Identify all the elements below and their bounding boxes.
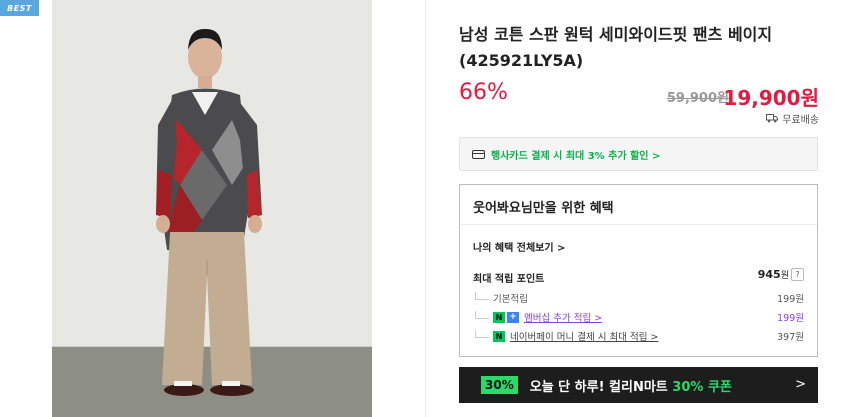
discount-rate: 66% (459, 80, 508, 105)
naver-pay-icon: N (493, 330, 505, 342)
plus-icon: + (507, 311, 519, 323)
max-points-number: 945 (757, 268, 781, 281)
naver-n-icon: N (493, 311, 505, 323)
coupon-badge: 30% (481, 376, 518, 394)
credit-card-icon (472, 149, 485, 159)
membership-points-row[interactable]: N + 멤버십 추가 적립 > 199원 (473, 310, 804, 324)
vertical-divider (425, 0, 426, 417)
card-promo-text: 행사카드 결제 시 최대 3% 추가 할인 > (491, 150, 661, 162)
model-figure (156, 28, 262, 396)
truck-icon (766, 114, 779, 123)
all-benefits-link[interactable]: 나의 혜택 전체보기 > (473, 239, 565, 254)
product-gallery: BEST (0, 0, 425, 417)
sale-price: 19,900원 (723, 86, 819, 110)
delivery-info: 무료배송 (766, 111, 819, 126)
chevron-right-icon: > (795, 377, 806, 392)
product-title: 남성 코튼 스판 원턱 세미와이드핏 팬츠 베이지 (425921LY5A) (459, 25, 773, 70)
coupon-text: 오늘 단 하루! 컬리N마트 30% 쿠폰 (530, 376, 732, 395)
benefit-title: 웃어봐요님만을 위한 혜택 (473, 201, 614, 216)
benefit-separator (460, 224, 817, 225)
max-points-unit: 원 (780, 271, 789, 281)
row-value: 397원 (777, 332, 804, 343)
row-label: 기본적립 (493, 294, 528, 305)
best-badge: BEST (0, 0, 39, 16)
max-points-value: 945원 (758, 268, 789, 281)
npay-points-row[interactable]: N 네이버페이 머니 결제 시 최대 적립 > 397원 (473, 329, 804, 343)
card-promo-banner[interactable]: 행사카드 결제 시 최대 3% 추가 할인 > (459, 137, 818, 171)
delivery-label: 무료배송 (782, 115, 819, 126)
coupon-text-prefix: 오늘 단 하루! 컬리N마트 (529, 379, 673, 395)
tree-connector (475, 330, 489, 338)
help-button[interactable]: ? (791, 268, 804, 281)
original-price: 59,900원 (666, 91, 729, 106)
row-label[interactable]: 네이버페이 머니 결제 시 최대 적립 > (510, 329, 658, 343)
tree-connector (475, 292, 489, 300)
row-value: 199원 (777, 313, 804, 324)
tree-connector (475, 311, 489, 319)
row-label[interactable]: 멤버십 추가 적립 > (524, 310, 602, 324)
coupon-banner[interactable]: 30% 오늘 단 하루! 컬리N마트 30% 쿠폰 > (459, 367, 818, 403)
benefit-box: 웃어봐요님만을 위한 혜택 나의 혜택 전체보기 > 최대 적립 포인트 945… (459, 184, 818, 357)
max-points-label: 최대 적립 포인트 (473, 274, 545, 285)
product-image[interactable] (52, 0, 372, 417)
basic-points-row: 기본적립 199원 (473, 291, 804, 305)
row-value: 199원 (777, 294, 804, 305)
coupon-text-accent: 30% 쿠폰 (672, 379, 732, 395)
